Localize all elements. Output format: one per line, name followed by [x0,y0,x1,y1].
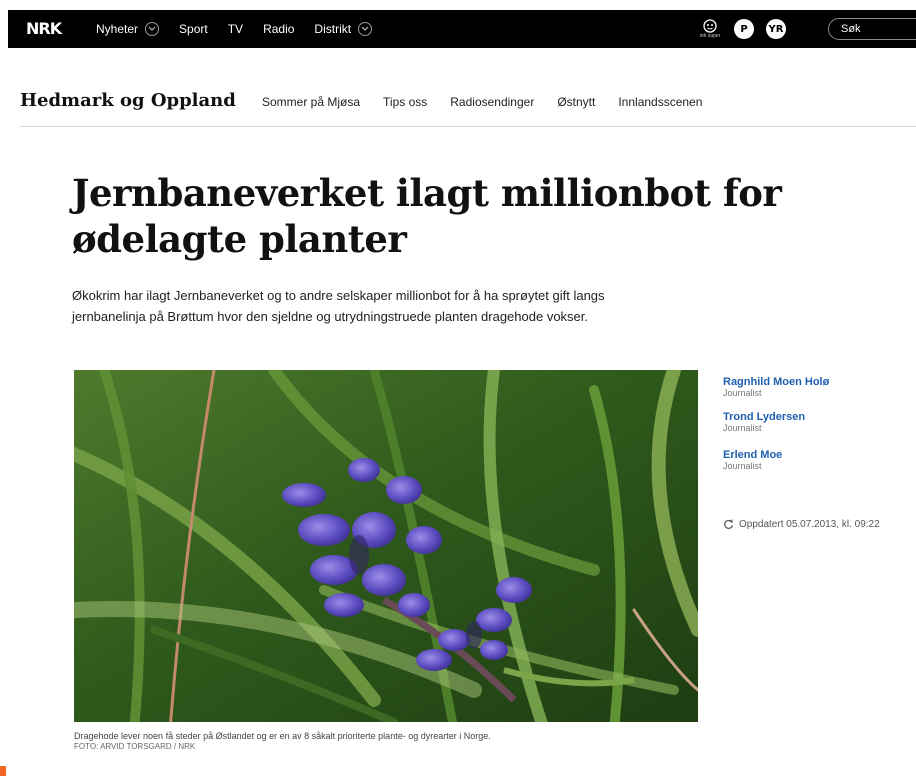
district-link-tips[interactable]: Tips oss [383,95,427,109]
main-nav: Nyheter Sport TV Radio Distrikt [96,10,392,48]
service-icons: nrk super P YR [698,10,798,48]
author-block: Ragnhild Moen Holø Journalist [723,376,913,399]
image-caption: Dragehode lever noen få steder på Østlan… [74,731,491,741]
nav-item-label: Distrikt [314,22,352,36]
nrk-super-label: nrk super [699,33,721,39]
yr-icon[interactable]: YR [766,19,786,39]
district-link-innlandsscenen[interactable]: Innlandsscenen [618,95,702,109]
top-navigation-bar: NRK Nyheter Sport TV Radio Distrikt nrk … [8,10,916,48]
chevron-down-icon[interactable] [145,22,160,36]
district-nav: Sommer på Mjøsa Tips oss Radiosendinger … [262,95,725,109]
author-block: Trond Lydersen Journalist [723,411,913,434]
flower-photo [74,370,698,722]
author-name[interactable]: Trond Lydersen [723,411,913,423]
nav-item-sport[interactable]: Sport [179,22,208,36]
author-name[interactable]: Erlend Moe [723,449,913,461]
search-field[interactable]: Søk [828,18,916,40]
district-link-radiosendinger[interactable]: Radiosendinger [450,95,534,109]
article-lede: Økokrim har ilagt Jernbaneverket og to a… [72,288,605,324]
p3-icon[interactable]: P [734,19,754,39]
updated-text: Oppdatert 05.07.2013, kl. 09:22 [739,519,880,530]
nav-item-tv[interactable]: TV [228,22,243,36]
nav-item-nyheter[interactable]: Nyheter [96,22,160,36]
author-name[interactable]: Ragnhild Moen Holø [723,376,913,388]
nav-item-label: Sport [179,22,208,36]
p3-icon-label: P [740,23,748,35]
nav-item-label: TV [227,22,244,36]
district-link-sommer[interactable]: Sommer på Mjøsa [262,95,360,109]
author-block: Erlend Moe Journalist [723,449,913,472]
yr-icon-label: YR [768,23,784,35]
article-image[interactable] [74,370,698,722]
updated-timestamp: Oppdatert 05.07.2013, kl. 09:22 [723,519,880,530]
district-title[interactable]: Hedmark og Oppland [20,90,236,111]
nav-item-radio[interactable]: Radio [263,22,294,36]
article-headline: Jernbaneverket ilagt millionbot for ødel… [72,171,782,261]
chevron-down-icon[interactable] [358,22,373,36]
author-role: Journalist [723,461,762,471]
nrk-super-icon[interactable]: nrk super [698,15,722,43]
accent-marker [0,766,6,776]
author-role: Journalist [723,423,762,433]
district-link-ostnytt[interactable]: Østnytt [557,95,595,109]
author-role: Journalist [723,388,762,398]
nrk-logo[interactable]: NRK [26,19,62,38]
divider [20,126,916,127]
nav-item-distrikt[interactable]: Distrikt [314,22,373,36]
nav-item-label: Radio [263,22,295,36]
image-credit: FOTO: ARVID TORSGARD / NRK [74,742,196,751]
nav-item-label: Nyheter [96,22,139,36]
refresh-icon [724,519,734,529]
